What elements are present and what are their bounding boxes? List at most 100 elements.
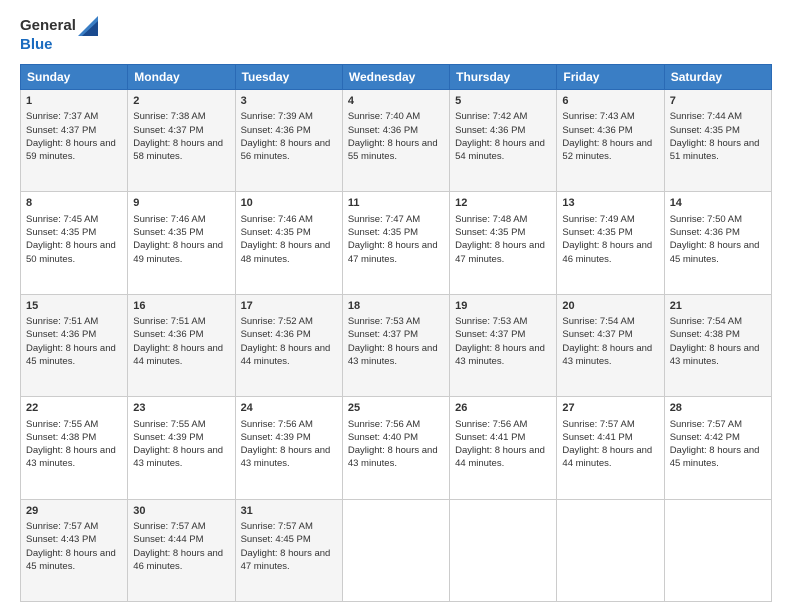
calendar-cell [557,499,664,601]
calendar-cell: 11 Sunrise: 7:47 AM Sunset: 4:35 PM Dayl… [342,192,449,294]
calendar-cell: 8 Sunrise: 7:45 AM Sunset: 4:35 PM Dayli… [21,192,128,294]
day-number: 11 [348,196,444,211]
calendar-cell: 18 Sunrise: 7:53 AM Sunset: 4:37 PM Dayl… [342,294,449,396]
calendar-day-header-monday: Monday [128,65,235,90]
day-number: 25 [348,401,444,416]
sunrise-text: Sunrise: 7:55 AM [133,419,205,430]
sunrise-text: Sunrise: 7:57 AM [562,419,634,430]
day-number: 26 [455,401,551,416]
calendar-cell: 25 Sunrise: 7:56 AM Sunset: 4:40 PM Dayl… [342,397,449,499]
day-number: 13 [562,196,658,211]
daylight-text: Daylight: 8 hours and 43 minutes. [562,343,652,367]
calendar-cell: 26 Sunrise: 7:56 AM Sunset: 4:41 PM Dayl… [450,397,557,499]
sunrise-text: Sunrise: 7:46 AM [133,214,205,225]
sunrise-text: Sunrise: 7:53 AM [348,316,420,327]
daylight-text: Daylight: 8 hours and 46 minutes. [562,240,652,264]
day-number: 4 [348,94,444,109]
calendar-cell: 29 Sunrise: 7:57 AM Sunset: 4:43 PM Dayl… [21,499,128,601]
logo: General Blue [20,16,98,54]
calendar-day-header-saturday: Saturday [664,65,771,90]
sunrise-text: Sunrise: 7:56 AM [455,419,527,430]
calendar-cell: 10 Sunrise: 7:46 AM Sunset: 4:35 PM Dayl… [235,192,342,294]
daylight-text: Daylight: 8 hours and 44 minutes. [562,445,652,469]
sunset-text: Sunset: 4:36 PM [241,329,311,340]
calendar-cell: 4 Sunrise: 7:40 AM Sunset: 4:36 PM Dayli… [342,90,449,192]
daylight-text: Daylight: 8 hours and 45 minutes. [670,445,760,469]
sunrise-text: Sunrise: 7:57 AM [133,521,205,532]
sunrise-text: Sunrise: 7:54 AM [562,316,634,327]
sunrise-text: Sunrise: 7:45 AM [26,214,98,225]
sunrise-text: Sunrise: 7:46 AM [241,214,313,225]
sunset-text: Sunset: 4:41 PM [455,432,525,443]
sunset-text: Sunset: 4:42 PM [670,432,740,443]
sunset-text: Sunset: 4:40 PM [348,432,418,443]
sunrise-text: Sunrise: 7:57 AM [26,521,98,532]
sunrise-text: Sunrise: 7:42 AM [455,111,527,122]
day-number: 18 [348,299,444,314]
day-number: 8 [26,196,122,211]
calendar-cell [342,499,449,601]
day-number: 7 [670,94,766,109]
daylight-text: Daylight: 8 hours and 44 minutes. [133,343,223,367]
calendar-cell: 12 Sunrise: 7:48 AM Sunset: 4:35 PM Dayl… [450,192,557,294]
sunset-text: Sunset: 4:37 PM [133,125,203,136]
day-number: 15 [26,299,122,314]
sunset-text: Sunset: 4:37 PM [562,329,632,340]
calendar-cell: 2 Sunrise: 7:38 AM Sunset: 4:37 PM Dayli… [128,90,235,192]
sunrise-text: Sunrise: 7:43 AM [562,111,634,122]
day-number: 28 [670,401,766,416]
calendar-cell: 1 Sunrise: 7:37 AM Sunset: 4:37 PM Dayli… [21,90,128,192]
sunset-text: Sunset: 4:41 PM [562,432,632,443]
calendar-cell: 20 Sunrise: 7:54 AM Sunset: 4:37 PM Dayl… [557,294,664,396]
day-number: 21 [670,299,766,314]
calendar-cell: 28 Sunrise: 7:57 AM Sunset: 4:42 PM Dayl… [664,397,771,499]
calendar-day-header-sunday: Sunday [21,65,128,90]
sunrise-text: Sunrise: 7:40 AM [348,111,420,122]
sunset-text: Sunset: 4:39 PM [241,432,311,443]
sunset-text: Sunset: 4:35 PM [670,125,740,136]
daylight-text: Daylight: 8 hours and 44 minutes. [455,445,545,469]
day-number: 12 [455,196,551,211]
calendar-cell: 13 Sunrise: 7:49 AM Sunset: 4:35 PM Dayl… [557,192,664,294]
calendar-cell: 31 Sunrise: 7:57 AM Sunset: 4:45 PM Dayl… [235,499,342,601]
calendar-cell: 17 Sunrise: 7:52 AM Sunset: 4:36 PM Dayl… [235,294,342,396]
day-number: 30 [133,504,229,519]
daylight-text: Daylight: 8 hours and 43 minutes. [670,343,760,367]
daylight-text: Daylight: 8 hours and 46 minutes. [133,548,223,572]
sunset-text: Sunset: 4:43 PM [26,534,96,545]
sunset-text: Sunset: 4:37 PM [348,329,418,340]
daylight-text: Daylight: 8 hours and 54 minutes. [455,138,545,162]
sunset-text: Sunset: 4:35 PM [241,227,311,238]
day-number: 23 [133,401,229,416]
calendar-cell: 27 Sunrise: 7:57 AM Sunset: 4:41 PM Dayl… [557,397,664,499]
daylight-text: Daylight: 8 hours and 48 minutes. [241,240,331,264]
sunset-text: Sunset: 4:44 PM [133,534,203,545]
sunrise-text: Sunrise: 7:44 AM [670,111,742,122]
day-number: 19 [455,299,551,314]
sunset-text: Sunset: 4:35 PM [133,227,203,238]
calendar-table: SundayMondayTuesdayWednesdayThursdayFrid… [20,64,772,602]
daylight-text: Daylight: 8 hours and 47 minutes. [348,240,438,264]
sunrise-text: Sunrise: 7:47 AM [348,214,420,225]
sunset-text: Sunset: 4:35 PM [562,227,632,238]
calendar-cell: 15 Sunrise: 7:51 AM Sunset: 4:36 PM Dayl… [21,294,128,396]
logo-text: General Blue [20,16,98,54]
sunset-text: Sunset: 4:45 PM [241,534,311,545]
sunrise-text: Sunrise: 7:39 AM [241,111,313,122]
calendar-cell [450,499,557,601]
day-number: 2 [133,94,229,109]
sunrise-text: Sunrise: 7:49 AM [562,214,634,225]
sunset-text: Sunset: 4:38 PM [670,329,740,340]
calendar-day-header-wednesday: Wednesday [342,65,449,90]
calendar-week-row: 1 Sunrise: 7:37 AM Sunset: 4:37 PM Dayli… [21,90,772,192]
sunset-text: Sunset: 4:36 PM [26,329,96,340]
calendar-cell: 5 Sunrise: 7:42 AM Sunset: 4:36 PM Dayli… [450,90,557,192]
daylight-text: Daylight: 8 hours and 59 minutes. [26,138,116,162]
sunset-text: Sunset: 4:36 PM [241,125,311,136]
sunrise-text: Sunrise: 7:51 AM [26,316,98,327]
daylight-text: Daylight: 8 hours and 49 minutes. [133,240,223,264]
daylight-text: Daylight: 8 hours and 45 minutes. [670,240,760,264]
calendar-cell: 3 Sunrise: 7:39 AM Sunset: 4:36 PM Dayli… [235,90,342,192]
sunset-text: Sunset: 4:36 PM [670,227,740,238]
calendar-cell: 7 Sunrise: 7:44 AM Sunset: 4:35 PM Dayli… [664,90,771,192]
